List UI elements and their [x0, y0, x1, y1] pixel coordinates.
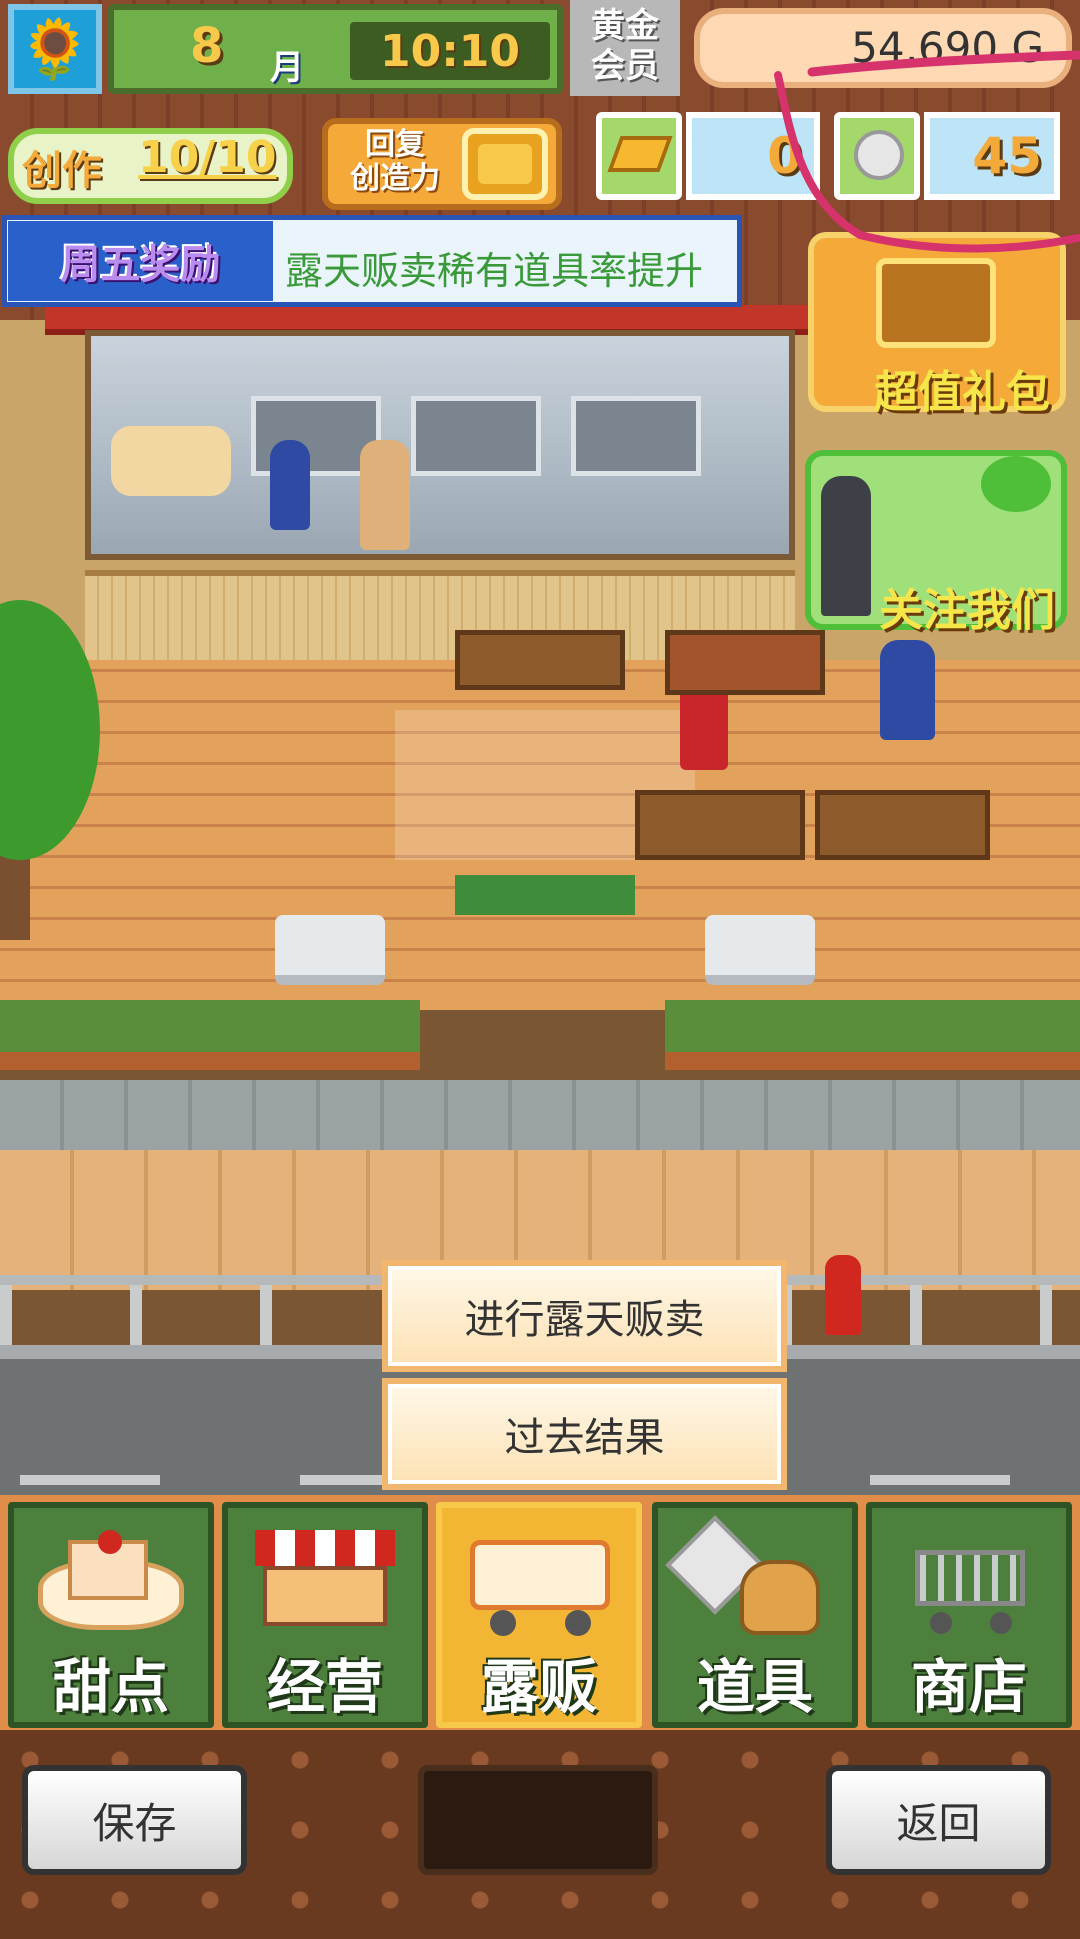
- vip-label-line1: 黄金: [591, 6, 659, 46]
- door-mat: [455, 875, 635, 915]
- cafe-table: [705, 915, 815, 985]
- nav-street-stall-label: 露贩: [480, 1653, 597, 1721]
- start-street-stall-button[interactable]: 进行露天贩卖: [382, 1260, 787, 1372]
- flower-planter: [665, 1000, 1080, 1070]
- cafe-table: [275, 915, 385, 985]
- sunflower-icon: 🌻: [18, 14, 92, 83]
- follow-us-button[interactable]: 关注我们: [805, 450, 1067, 636]
- flower-planter: [0, 1000, 420, 1070]
- bread-display: [111, 426, 231, 496]
- mascot-character: [821, 476, 871, 616]
- save-button[interactable]: 保存: [22, 1765, 247, 1875]
- bread-shelf: [815, 790, 990, 860]
- nav-dessert-label: 甜点: [52, 1653, 169, 1721]
- shop-icon: [255, 1530, 395, 1630]
- ad-slot: [418, 1765, 658, 1875]
- road-marking: [20, 1475, 160, 1485]
- pastry-shelf: [455, 630, 625, 690]
- tv-icon: [462, 128, 548, 200]
- road-marking: [870, 1475, 1010, 1485]
- kitchen-area: [85, 330, 795, 560]
- month-label: 月: [270, 48, 304, 88]
- oven: [411, 396, 541, 476]
- wechat-icon: [981, 456, 1051, 512]
- month-number: 8: [190, 18, 224, 74]
- banner-tag-text: 周五奖励: [60, 242, 221, 288]
- items-bag-icon: [665, 1515, 830, 1635]
- game-clock: 10:10: [350, 22, 550, 80]
- cart-icon: [905, 1530, 1035, 1634]
- fire-hydrant: [825, 1255, 861, 1335]
- banner-tag: 周五奖励: [8, 221, 273, 301]
- sidewalk: [0, 1080, 1080, 1150]
- restore-line2: 创造力: [350, 161, 440, 196]
- cake-icon: [38, 1530, 184, 1630]
- follow-us-label: 关注我们: [879, 585, 1055, 636]
- silver-coin-icon: [854, 130, 904, 180]
- gold-bar-count: 0: [686, 112, 820, 200]
- banner-text: 露天贩卖稀有道具率提升: [285, 249, 704, 293]
- nav-store-label: 商店: [910, 1653, 1027, 1721]
- gold-bar-icon: [607, 136, 673, 172]
- past-results-button[interactable]: 过去结果: [382, 1378, 787, 1490]
- create-label: 创作: [22, 148, 102, 194]
- oven: [571, 396, 701, 476]
- nav-management-label: 经营: [266, 1653, 383, 1721]
- vip-label-line2: 会员: [591, 46, 659, 86]
- chef-character: [270, 440, 310, 530]
- gift-pack-button[interactable]: 超值礼包: [808, 232, 1066, 418]
- coin-icon-box: [834, 112, 920, 200]
- restore-line1: 回复: [365, 127, 425, 162]
- restore-creativity-label: 回复 创造力: [340, 128, 450, 196]
- gold-bar-icon-box: [596, 112, 682, 200]
- create-value: 10/10: [138, 132, 277, 183]
- player-avatar[interactable]: 🌻: [8, 4, 102, 94]
- customer-character: [880, 640, 935, 740]
- back-button[interactable]: 返回: [826, 1765, 1051, 1875]
- chef-character: [360, 440, 410, 550]
- money-display: 54,690 G: [694, 8, 1072, 88]
- nav-items-label: 道具: [696, 1653, 813, 1721]
- gift-pack-label: 超值礼包: [874, 367, 1050, 418]
- coin-count: 45: [924, 112, 1060, 200]
- vip-badge[interactable]: 黄金 会员: [570, 0, 680, 96]
- register-counter: [665, 630, 825, 695]
- cake-shelf: [635, 790, 805, 860]
- food-truck-icon: [470, 1530, 610, 1636]
- treasure-chest-icon: [876, 258, 996, 348]
